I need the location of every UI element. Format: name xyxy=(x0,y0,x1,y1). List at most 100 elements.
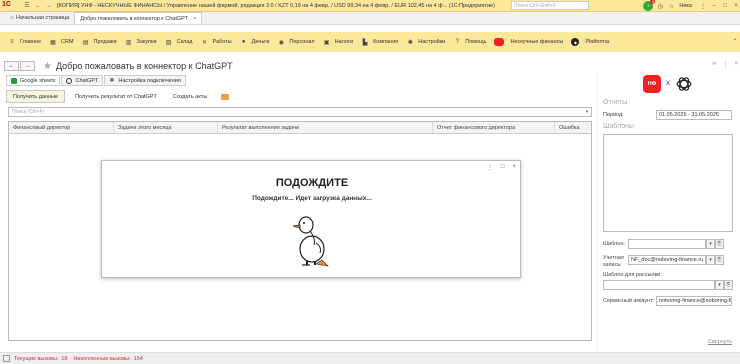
template-field[interactable] xyxy=(628,239,706,249)
menu-icon[interactable]: ☰ xyxy=(23,2,31,10)
more-icon[interactable]: ⋮ xyxy=(722,61,728,68)
building-icon: ▙ xyxy=(362,39,368,46)
search-input[interactable]: Поиск (Ctrl+F) ▾ xyxy=(8,107,592,117)
notification-count-badge: 5 xyxy=(650,0,656,4)
create-acts-button[interactable]: Создать акты xyxy=(167,90,213,103)
history-icon[interactable]: ◷ xyxy=(656,2,664,10)
gear-icon: ✱ xyxy=(109,77,115,84)
menu-platforma[interactable]: ◆ Platforma xyxy=(571,38,609,46)
minimize-icon[interactable]: – xyxy=(710,2,718,10)
menu-sales[interactable]: ▤ Продажи xyxy=(82,38,117,46)
mailing-template-field[interactable] xyxy=(603,280,715,290)
maximize-icon[interactable]: □ xyxy=(721,2,729,10)
tab-connection-settings[interactable]: ✱ Настройка подключения xyxy=(104,75,186,86)
menu-crm[interactable]: ▦ CRM xyxy=(49,38,73,46)
tab-google-sheets[interactable]: Google sheets xyxy=(6,75,61,86)
close-icon[interactable]: × xyxy=(732,2,740,10)
back-button[interactable]: ← xyxy=(4,61,19,71)
menu-warehouse[interactable]: ▨ Склад xyxy=(165,38,193,46)
mailing-template-label: Шаблон для рассылки: xyxy=(603,272,662,278)
open-icon[interactable]: ⎘ xyxy=(724,280,733,290)
open-icon[interactable]: ⎘ xyxy=(715,239,724,249)
notifications-button[interactable]: ♪ 5 xyxy=(643,0,656,11)
user-name[interactable]: Ника xyxy=(679,3,692,9)
tools-icon: ✕ xyxy=(202,39,208,46)
menu-nf[interactable]: Нескучные финансы xyxy=(494,38,563,46)
get-chatgpt-result-button[interactable]: Получить результат от ChatGPT xyxy=(69,90,163,103)
help-icon: ? xyxy=(455,39,459,45)
service-account-label: Сервисный аккаунт: xyxy=(603,298,655,304)
forward-icon[interactable]: → xyxy=(45,2,53,10)
close-icon[interactable]: × xyxy=(512,164,516,171)
global-search-input[interactable]: Поиск Ctrl+Shift+F xyxy=(511,1,589,10)
folder-icon[interactable] xyxy=(221,93,230,100)
menu-staff[interactable]: ◉ Персонал xyxy=(277,38,315,46)
current-calls-label: Текущие вызовы: xyxy=(14,355,59,362)
open-icon[interactable]: ⎘ xyxy=(715,255,724,265)
home-icon: ⌂ xyxy=(10,15,14,21)
status-icon[interactable] xyxy=(3,355,10,362)
1c-logo: 1С xyxy=(2,0,11,8)
column-header[interactable]: Отчет финансового директора xyxy=(433,122,555,133)
templates-list[interactable] xyxy=(603,134,733,232)
more-icon[interactable]: ⋮ xyxy=(487,164,493,171)
menu-taxes[interactable]: ▣ Налоги xyxy=(323,38,353,46)
close-icon[interactable]: × xyxy=(734,61,738,68)
reports-heading: Отчеты xyxy=(603,99,628,106)
chevron-down-icon[interactable]: ▾ xyxy=(706,239,715,249)
tab-chatgpt[interactable]: ChatGPT xyxy=(61,75,104,86)
accumulated-calls-label: Накопленные вызовы: xyxy=(73,355,131,362)
menu-scroll-icon[interactable]: ⌃ xyxy=(731,32,739,52)
menu-company[interactable]: ▙ Компания xyxy=(361,38,398,46)
current-calls-value: 18 xyxy=(61,355,68,362)
forward-button[interactable]: → xyxy=(20,61,35,71)
link-icon[interactable]: ∞ xyxy=(712,61,716,68)
tab-close-icon[interactable]: × xyxy=(193,16,196,22)
duck-mascot-icon xyxy=(292,216,329,267)
sheets-icon xyxy=(11,77,17,84)
service-account-field[interactable]: noboring-finance@noboring-fi xyxy=(656,296,732,306)
template-label: Шаблон: xyxy=(603,241,625,247)
tab-chatgpt-connector[interactable]: Добро пожаловать в коннектор к ChatGPT × xyxy=(74,12,203,24)
chevron-down-icon[interactable]: ▾ xyxy=(583,108,591,116)
accumulated-calls-value: 154 xyxy=(133,355,143,362)
tab-label: Начальная страница xyxy=(16,15,70,21)
column-header[interactable]: Ошибка xyxy=(555,122,591,133)
menu-help[interactable]: ? Помощь xyxy=(453,38,487,46)
period-label: Период: xyxy=(603,112,624,118)
nf-logo-icon xyxy=(494,38,505,46)
cross-label: X xyxy=(666,81,671,87)
column-header[interactable]: Результат выполнения задачи xyxy=(218,122,433,133)
account-field[interactable]: NF_doc@noboring-finance.ru xyxy=(628,255,706,265)
more-icon[interactable]: ⋮ xyxy=(699,2,707,10)
menu-works[interactable]: ✕ Работы xyxy=(201,38,232,46)
dialog-message: Подождите... Идет загрузка данных... xyxy=(252,195,372,202)
menu-main[interactable]: ≡ Главное xyxy=(8,38,41,46)
menu-money[interactable]: ● Деньги xyxy=(240,38,270,46)
star-icon[interactable]: ☆ xyxy=(667,2,675,10)
menu-settings[interactable]: ✱ Настройки xyxy=(406,38,445,46)
chevron-down-icon[interactable]: ▾ xyxy=(706,255,715,265)
back-icon[interactable]: ← xyxy=(34,2,42,10)
menu-purchases[interactable]: ▥ Закупки xyxy=(125,38,157,46)
period-field[interactable]: 01.05.2025 - 31.05.2025 xyxy=(656,110,732,120)
maximize-icon[interactable]: □ xyxy=(501,164,505,171)
tab-home[interactable]: ⌂ Начальная страница xyxy=(0,12,74,24)
cart-icon: ▤ xyxy=(82,39,89,46)
column-header[interactable]: Финансовый директор xyxy=(9,122,114,133)
window-tabs: ⌂ Начальная страница Добро пожаловать в … xyxy=(0,12,740,25)
platforma-icon: ◆ xyxy=(571,38,580,46)
dialog-title: ПОДОЖДИТЕ xyxy=(275,177,349,189)
collapse-link[interactable]: Свернуть xyxy=(708,339,732,345)
page-header: ← → ★ Добро пожаловать в коннектор к Cha… xyxy=(0,57,740,75)
templates-heading: Шаблоны xyxy=(603,123,634,130)
column-header[interactable]: Задачи этого месяца xyxy=(114,122,218,133)
nf-logo-icon: НФ xyxy=(643,75,661,93)
favorite-star-icon[interactable]: ★ xyxy=(43,61,52,72)
loading-dialog: ⋮ □ × ПОДОЖДИТЕ Подождите... Идет загруз… xyxy=(101,160,521,278)
get-data-button[interactable]: Получить данные xyxy=(6,90,66,103)
table-header: Финансовый директор Задачи этого месяца … xyxy=(9,122,591,134)
form-tabs: Google sheets ChatGPT ✱ Настройка подключ… xyxy=(6,75,187,86)
window-titlebar: 1С ☰ ← → [КОПИЯ] УНФ - НЕСКУЧНЫЕ ФИНАНСЫ… xyxy=(0,0,740,12)
chevron-down-icon[interactable]: ▾ xyxy=(715,280,724,290)
